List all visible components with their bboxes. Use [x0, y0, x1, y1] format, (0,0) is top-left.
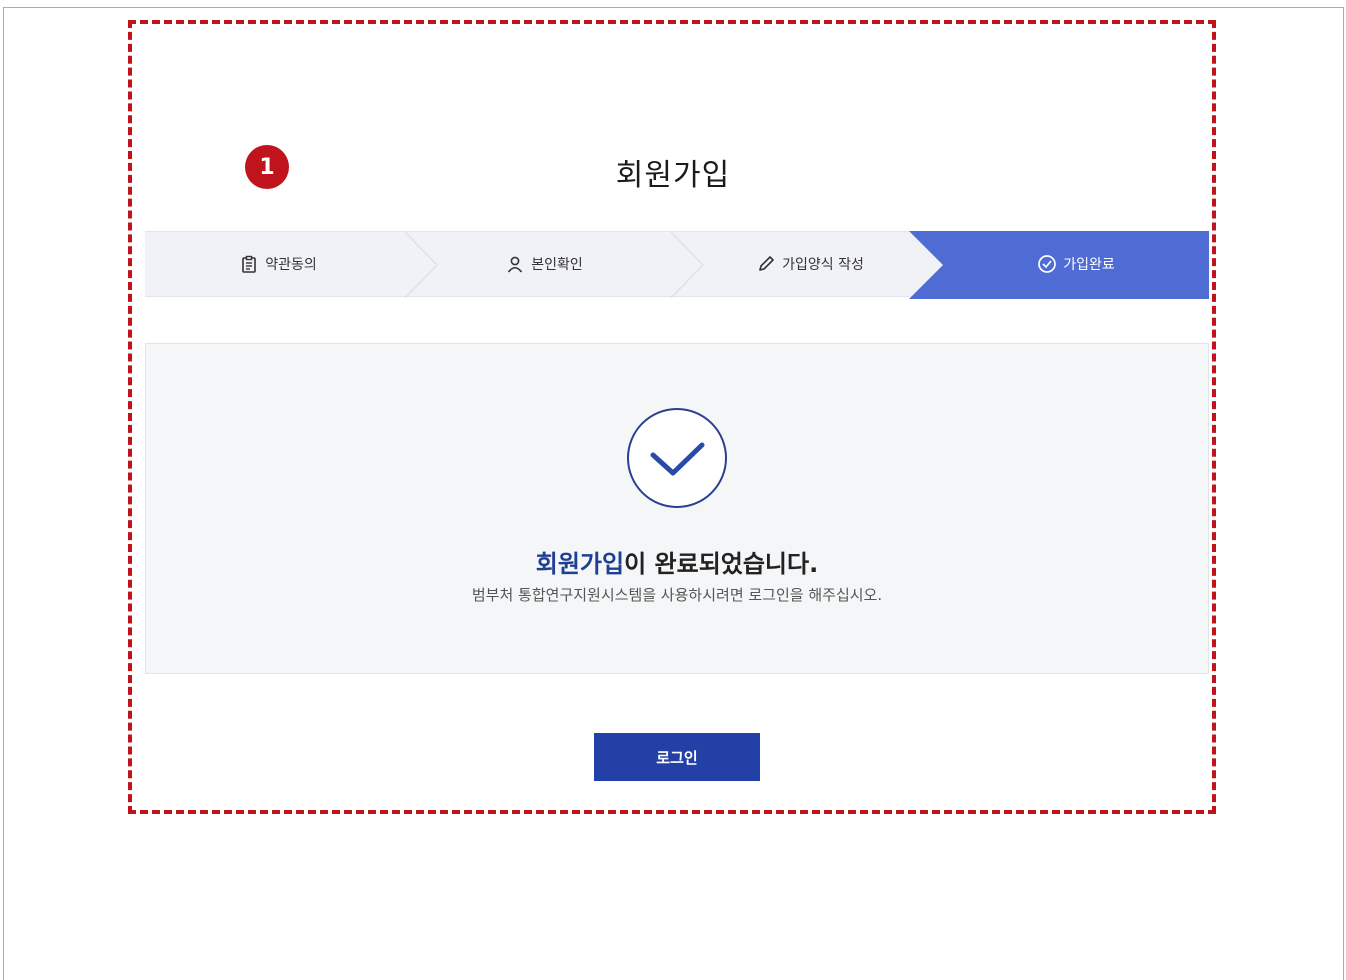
signup-steps: 약관동의 본인확인 가입양식 작성 가입완료	[145, 231, 1209, 299]
step-identity-verification: 본인확인	[411, 232, 705, 298]
login-button[interactable]: 로그인	[594, 733, 760, 781]
step-separator	[405, 232, 439, 298]
step-label: 가입양식 작성	[782, 257, 864, 273]
clipboard-icon	[239, 254, 259, 274]
step-label: 약관동의	[265, 257, 317, 273]
completion-panel: 회원가입이 완료되었습니다. 범부처 통합연구지원시스템을 사용하시려면 로그인…	[145, 343, 1209, 674]
completion-message: 회원가입이 완료되었습니다.	[146, 544, 1208, 579]
check-circle-icon	[627, 408, 727, 508]
step-terms-agreement: 약관동의	[145, 232, 439, 298]
step-separator	[671, 232, 705, 298]
active-step-background	[909, 231, 1209, 299]
step-application-form: 가입양식 작성	[677, 232, 943, 296]
step-signup-complete: 가입완료	[909, 231, 1209, 299]
person-icon	[505, 254, 525, 274]
step-label: 가입완료	[1063, 257, 1115, 273]
completion-sub-message: 범부처 통합연구지원시스템을 사용하시려면 로그인을 해주십시오.	[471, 586, 883, 604]
step-label: 본인확인	[531, 257, 583, 273]
completion-message-rest: 이 완료되었습니다.	[624, 550, 819, 578]
completion-message-accent: 회원가입	[535, 550, 625, 578]
check-circle-icon	[1037, 254, 1057, 274]
pencil-icon	[756, 254, 776, 274]
page-title: 회원가입	[615, 158, 731, 193]
